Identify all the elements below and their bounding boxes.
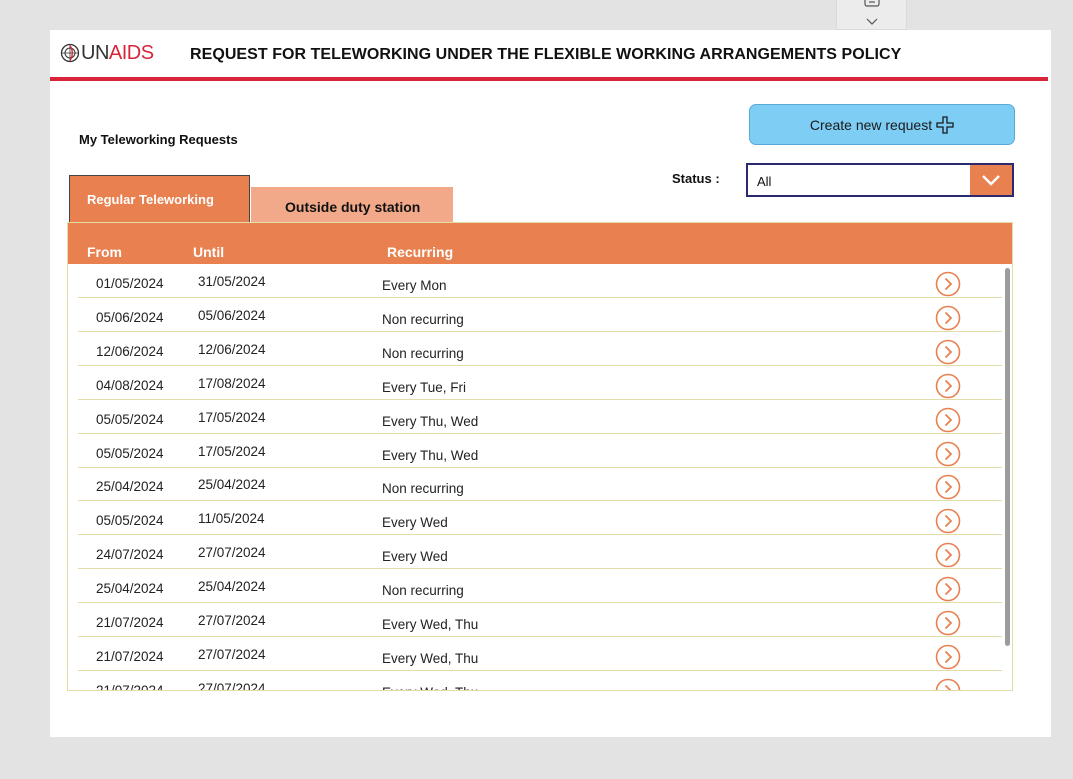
tab-outside-duty-station[interactable]: Outside duty station — [251, 187, 453, 222]
row-recurring: Every Thu, Wed — [382, 447, 479, 463]
create-new-request-button[interactable]: Create new request — [749, 104, 1015, 145]
chevron-right-circle-icon[interactable] — [935, 441, 961, 467]
row-until: 12/06/2024 — [198, 341, 266, 357]
status-selected-value: All — [757, 174, 772, 189]
chevron-down-icon — [982, 175, 1000, 186]
table-body[interactable]: 01/05/2024 31/05/2024 Every Mon 05/06/2024 0… — [68, 264, 1012, 691]
un-emblem-icon — [60, 43, 80, 63]
row-recurring: Every Tue, Fri — [382, 379, 467, 395]
app-page: UN AIDS REQUEST FOR TELEWORKING UNDER THE… — [50, 30, 1051, 737]
logo-text-aids: AIDS — [108, 41, 154, 64]
row-recurring: Non recurring — [382, 481, 464, 497]
logo-text-un: UN — [81, 41, 109, 64]
row-recurring: Every Wed, Thu — [382, 650, 479, 666]
minimize-icon[interactable] — [862, 0, 882, 8]
table-row[interactable]: 21/07/2024 27/07/2024 Every Wed, Thu — [78, 671, 1002, 691]
row-from: 21/07/2024 — [96, 648, 164, 664]
chevron-right-circle-icon[interactable] — [935, 542, 961, 568]
tab-regular-teleworking[interactable]: Regular Teleworking — [69, 175, 250, 222]
status-dropdown-toggle[interactable] — [970, 165, 1012, 195]
table-row[interactable]: 05/05/2024 17/05/2024 Every Thu, Wed — [78, 400, 1002, 434]
chevron-right-circle-icon[interactable] — [935, 305, 961, 331]
chevron-right-circle-icon[interactable] — [935, 508, 961, 534]
chevron-right-circle-icon[interactable] — [935, 373, 961, 399]
table-row[interactable]: 04/08/2024 17/08/2024 Every Tue, Fri — [78, 366, 1002, 400]
table-row[interactable]: 21/07/2024 27/07/2024 Every Wed, Thu — [78, 603, 1002, 637]
row-recurring: Non recurring — [382, 345, 464, 361]
row-recurring: Every Thu, Wed — [382, 413, 479, 429]
table-row[interactable]: 05/05/2024 17/05/2024 Every Thu, Wed — [78, 434, 1002, 468]
column-header-from: From — [87, 244, 122, 260]
section-title: My Teleworking Requests — [79, 132, 238, 147]
row-recurring: Every Mon — [382, 278, 447, 293]
status-dropdown[interactable]: All — [746, 163, 1014, 197]
column-header-recurring: Recurring — [387, 244, 454, 260]
row-from: 24/07/2024 — [96, 547, 164, 563]
row-until: 27/07/2024 — [198, 613, 266, 628]
row-until: 17/08/2024 — [198, 375, 266, 391]
table-scrollbar[interactable] — [1005, 268, 1010, 646]
table-row[interactable]: 05/05/2024 11/05/2024 Every Wed — [78, 501, 1002, 536]
plus-icon — [936, 115, 954, 134]
row-from: 05/05/2024 — [96, 411, 164, 427]
page-header: UN AIDS REQUEST FOR TELEWORKING UNDER THE… — [50, 30, 1051, 79]
chevron-right-circle-icon[interactable] — [935, 339, 961, 365]
row-from: 21/07/2024 — [96, 682, 164, 691]
row-recurring: Every Wed — [382, 549, 448, 565]
row-until: 27/07/2024 — [198, 680, 266, 691]
row-from: 12/06/2024 — [96, 343, 164, 359]
row-from: 05/05/2024 — [96, 513, 164, 529]
table-row[interactable]: 21/07/2024 27/07/2024 Every Wed, Thu — [78, 637, 1002, 671]
header-divider — [50, 77, 1048, 81]
row-recurring: Non recurring — [382, 311, 464, 327]
row-from: 04/08/2024 — [96, 377, 164, 393]
window-widget[interactable] — [836, 0, 907, 30]
create-new-request-label: Create new request — [809, 116, 933, 133]
table-row[interactable]: 12/06/2024 12/06/2024 Non recurring — [78, 332, 1002, 366]
row-recurring: Every Wed, Thu — [382, 685, 478, 690]
row-until: 17/05/2024 — [198, 443, 266, 459]
row-recurring: Every Wed — [382, 515, 448, 531]
row-until: 27/07/2024 — [198, 545, 266, 561]
row-from: 05/06/2024 — [96, 309, 164, 325]
row-until: 05/06/2024 — [198, 307, 266, 323]
chevron-right-circle-icon[interactable] — [935, 678, 961, 691]
requests-table: From Until Recurring 01/05/2024 31/05/202… — [67, 222, 1013, 691]
row-until: 11/05/2024 — [198, 511, 265, 527]
table-row[interactable]: 05/06/2024 05/06/2024 Non recurring — [78, 298, 1002, 332]
row-recurring: Non recurring — [382, 583, 464, 599]
chevron-right-circle-icon[interactable] — [935, 474, 961, 500]
chevron-down-icon[interactable] — [865, 17, 879, 26]
table-row[interactable]: 25/04/2024 25/04/2024 Non recurring — [78, 467, 1002, 502]
row-until: 27/07/2024 — [198, 646, 266, 662]
row-from: 01/05/2024 — [96, 276, 164, 291]
row-until: 25/04/2024 — [198, 477, 266, 493]
table-row[interactable]: 24/07/2024 27/07/2024 Every Wed — [78, 535, 1002, 570]
table-row[interactable]: 01/05/2024 31/05/2024 Every Mon — [78, 264, 1002, 298]
chevron-right-circle-icon[interactable] — [935, 271, 961, 297]
row-until: 31/05/2024 — [198, 274, 266, 289]
column-header-until: Until — [193, 244, 225, 260]
row-from: 25/04/2024 — [96, 581, 164, 597]
unaids-logo: UN AIDS — [60, 42, 154, 64]
chevron-right-circle-icon[interactable] — [935, 644, 961, 670]
table-row[interactable]: 25/04/2024 25/04/2024 Non recurring — [78, 569, 1002, 604]
chevron-right-circle-icon[interactable] — [935, 407, 961, 433]
row-until: 25/04/2024 — [198, 579, 266, 595]
page-title: REQUEST FOR TELEWORKING UNDER THE FLEXIB… — [190, 46, 902, 63]
status-label: Status : — [672, 171, 720, 186]
table-header: From Until Recurring — [68, 223, 1012, 264]
chevron-right-circle-icon[interactable] — [935, 576, 961, 602]
row-from: 05/05/2024 — [96, 445, 164, 461]
row-from: 21/07/2024 — [96, 615, 164, 630]
row-recurring: Every Wed, Thu — [382, 617, 479, 632]
row-from: 25/04/2024 — [96, 479, 164, 495]
row-until: 17/05/2024 — [198, 409, 266, 425]
chevron-right-circle-icon[interactable] — [935, 610, 961, 636]
